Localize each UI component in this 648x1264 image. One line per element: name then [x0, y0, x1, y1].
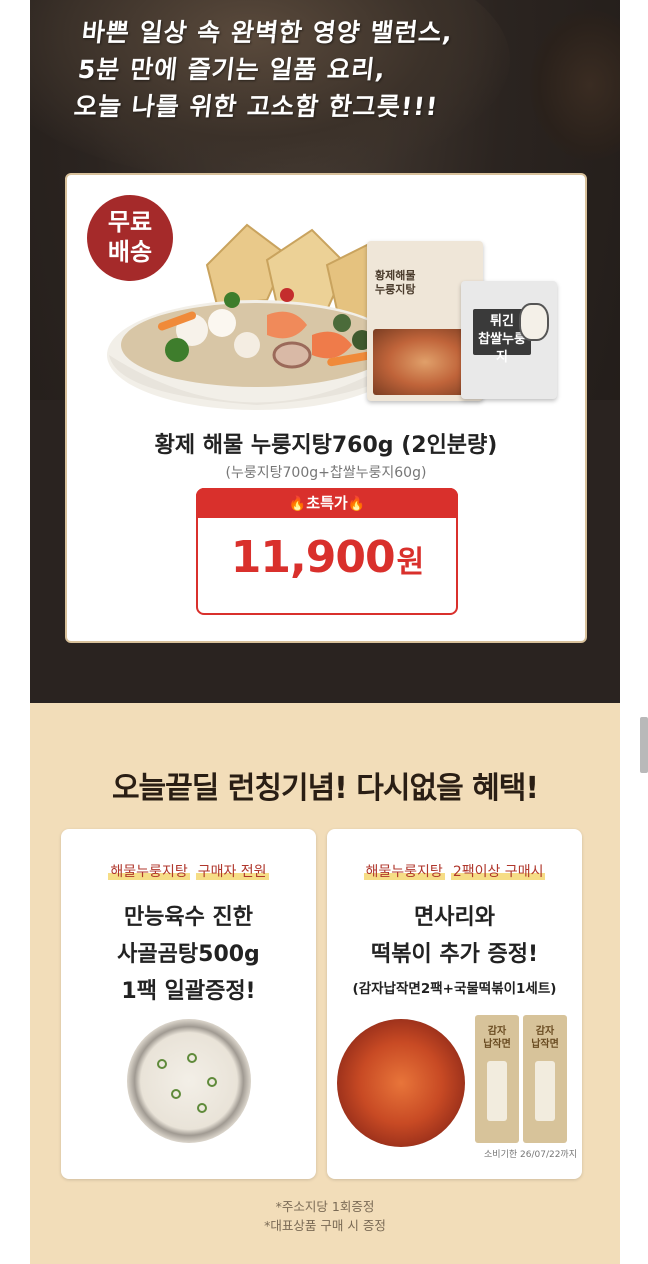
badge-line-2: 배송: [107, 238, 153, 266]
promotion-section: 오늘끝딜 런칭기념! 다시없을 혜택! 해물누룽지탕 구매자 전원 만능육수 진한…: [30, 703, 620, 1264]
product-card[interactable]: 무료 배송 황제해물 누룽지탕 튀긴 찹쌀누룽지 황제 해물 누룽지탕760g …: [65, 173, 587, 643]
bone-broth-soup-image: [127, 1019, 251, 1143]
price-currency: 원: [396, 545, 425, 580]
gift-condition: 해물누룽지탕 2팩이상 구매시: [327, 861, 582, 881]
gift-card-all-buyers[interactable]: 해물누룽지탕 구매자 전원 만능육수 진한 사골곰탕500g 1팩 일괄증정!: [61, 829, 316, 1179]
price-amount: 11,900: [230, 532, 396, 583]
flat-noodle-pack-image: 감자 납작면: [475, 1015, 519, 1143]
package1-label: 황제해물 누룽지탕: [375, 269, 416, 296]
free-shipping-badge: 무료 배송: [87, 195, 173, 281]
hero-headline: 바쁜 일상 속 완벽한 영양 밸런스, 5분 만에 즐기는 일품 요리, 오늘 …: [72, 14, 524, 125]
gift-description: 면사리와 떡볶이 추가 증정!: [327, 899, 582, 973]
hero-section: 바쁜 일상 속 완벽한 영양 밸런스, 5분 만에 즐기는 일품 요리, 오늘 …: [30, 0, 620, 703]
badge-line-1: 무료: [107, 208, 153, 236]
flat-noodle-pack-image: 감자 납작면: [523, 1015, 567, 1143]
product-name: 황제 해물 누룽지탕760g (2인분량): [154, 433, 498, 458]
fire-icon: 🔥: [288, 496, 307, 512]
promotion-title: 오늘끝딜 런칭기념! 다시없을 혜택!: [111, 771, 539, 806]
gift-condition: 해물누룽지탕 구매자 전원: [61, 861, 316, 881]
headline-line-2: 5분 만에 즐기는 일품 요리,: [76, 55, 388, 84]
note-1: *주소지당 1회증정: [275, 1199, 375, 1214]
price-value: 11,900원: [198, 532, 456, 583]
fried-nurungji-package: 튀긴 찹쌀누룽지: [461, 281, 557, 399]
scrollbar-thumb[interactable]: [640, 717, 648, 773]
package2-mascot-icon: [519, 303, 549, 341]
promotion-notes: *주소지당 1회증정 *대표상품 구매 시 증정: [30, 1197, 620, 1235]
noodle-pack-label: 감자 납작면: [531, 1026, 559, 1050]
headline-line-1: 바쁜 일상 속 완벽한 영양 밸런스,: [80, 18, 455, 47]
noodle-photo: [487, 1061, 507, 1121]
special-price-tag: 🔥초특가🔥: [196, 488, 458, 518]
gift-condition-rule: 구매자 전원: [195, 864, 269, 880]
note-2: *대표상품 구매 시 증정: [264, 1218, 386, 1233]
gift-condition-rule: 2팩이상 구매시: [450, 864, 546, 880]
price-box: 🔥초특가🔥 11,900원: [196, 488, 458, 615]
gift-line-2: 사골곰탕500g: [117, 942, 260, 967]
noodle-pack-label: 감자 납작면: [483, 1026, 511, 1050]
expiration-date: 소비기한 26/07/22까지: [484, 1150, 577, 1160]
page-column: 바쁜 일상 속 완벽한 영양 밸런스, 5분 만에 즐기는 일품 요리, 오늘 …: [30, 0, 620, 1264]
noodle-photo: [535, 1061, 555, 1121]
gift-line-3: 1팩 일괄증정!: [121, 979, 256, 1004]
gift-card-two-packs[interactable]: 해물누룽지탕 2팩이상 구매시 면사리와 떡볶이 추가 증정! (감자납작면2팩+…: [327, 829, 582, 1179]
product-composition: (누룽지탕700g+찹쌀누룽지60g): [225, 465, 427, 481]
hero-spoon-image: [530, 10, 620, 160]
gift-sub-description: (감자납작면2팩+국물떡볶이1세트): [352, 981, 557, 997]
gift-condition-product: 해물누룽지탕: [363, 864, 445, 880]
headline-line-3: 오늘 나를 위한 고소함 한그릇!!!: [72, 92, 440, 121]
special-price-label: 초특가: [306, 494, 348, 512]
gift-line-1: 만능육수 진한: [123, 905, 254, 930]
gift-line-2: 떡볶이 추가 증정!: [370, 942, 539, 967]
gift-line-1: 면사리와: [414, 905, 495, 930]
tteokbokki-image: [337, 1019, 465, 1147]
gift-description: 만능육수 진한 사골곰탕500g 1팩 일괄증정!: [61, 899, 316, 1010]
gift-condition-product: 해물누룽지탕: [108, 864, 190, 880]
fire-icon: 🔥: [347, 496, 366, 512]
